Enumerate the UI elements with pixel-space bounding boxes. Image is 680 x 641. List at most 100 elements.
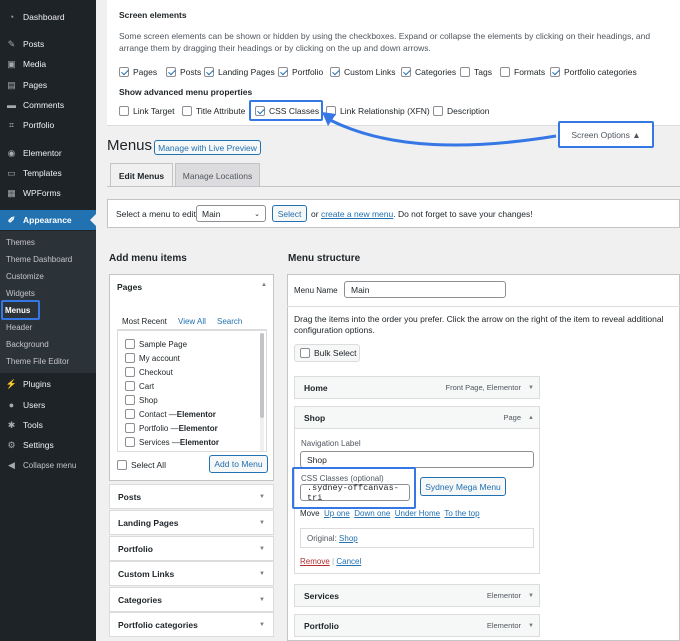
menu-select[interactable]: Main ⌄ — [196, 205, 266, 222]
select-menu-button[interactable]: Select — [272, 205, 307, 222]
tab-most-recent[interactable]: Most Recent — [122, 317, 167, 326]
collapse-menu-button[interactable]: ◀ Collapse menu — [0, 455, 96, 475]
tab-edit-menus[interactable]: Edit Menus — [110, 163, 173, 187]
checkbox-box[interactable] — [119, 106, 129, 116]
menu-item-home[interactable]: Home Front Page, Elementor ▼ — [294, 376, 540, 399]
create-new-menu-link[interactable]: create a new menu — [321, 209, 393, 219]
sidebar-item-comments[interactable]: ▬ Comments — [0, 95, 96, 115]
list-item[interactable]: Checkout — [125, 367, 173, 377]
checkbox-box[interactable] — [330, 67, 340, 77]
add-to-menu-button[interactable]: Add to Menu — [209, 455, 268, 473]
sidebar-item-appearance[interactable]: ✐ Appearance — [0, 210, 96, 230]
checkbox-description[interactable]: Description — [433, 106, 490, 116]
list-item[interactable]: Cart — [125, 381, 154, 391]
checkbox-box[interactable] — [401, 67, 411, 77]
sidebar-item-elementor[interactable]: ◉ Elementor — [0, 143, 96, 163]
checkbox-box[interactable] — [550, 67, 560, 77]
checkbox-box[interactable] — [125, 423, 135, 433]
submenu-widgets[interactable]: Widgets — [0, 285, 96, 301]
list-item[interactable]: Sample Page — [125, 339, 187, 349]
bulk-select-button[interactable]: Bulk Select — [294, 344, 360, 362]
checkbox-box[interactable] — [125, 409, 135, 419]
remove-link[interactable]: Remove — [300, 557, 330, 566]
select-all-checkbox[interactable]: Select All — [117, 460, 166, 470]
menu-item-portfolio[interactable]: Portfolio Elementor ▼ — [294, 614, 540, 637]
accordion-posts[interactable]: Posts ▼ — [109, 484, 274, 509]
sidebar-item-pages[interactable]: ▤ Pages — [0, 75, 96, 95]
checkbox-box[interactable] — [204, 67, 214, 77]
accordion-categories[interactable]: Categories ▼ — [109, 587, 274, 612]
checkbox-posts[interactable]: Posts — [166, 67, 201, 77]
list-item[interactable]: Contact — Elementor — [125, 409, 216, 419]
checkbox-box[interactable] — [300, 348, 310, 358]
checkbox-tags[interactable]: Tags — [460, 67, 492, 77]
checkbox-portfolio-categories[interactable]: Portfolio categories — [550, 67, 637, 77]
move-under-home-link[interactable]: Under Home — [395, 509, 440, 518]
sydney-mega-menu-button[interactable]: Sydney Mega Menu — [420, 477, 506, 496]
sidebar-item-tools[interactable]: ✱ Tools — [0, 415, 96, 435]
list-item[interactable]: My account — [125, 353, 180, 363]
menu-item-services[interactable]: Services Elementor ▼ — [294, 584, 540, 607]
checkbox-box[interactable] — [125, 367, 135, 377]
navigation-label-input[interactable]: Shop — [300, 451, 534, 468]
scrollbar-thumb[interactable] — [260, 333, 264, 418]
sidebar-item-wpforms[interactable]: ▦ WPForms — [0, 183, 96, 203]
checkbox-categories[interactable]: Categories — [401, 67, 456, 77]
checkbox-box[interactable] — [166, 67, 176, 77]
checkbox-box[interactable] — [500, 67, 510, 77]
checkbox-box[interactable] — [278, 67, 288, 77]
chevron-down-icon[interactable]: ▼ — [528, 593, 534, 599]
submenu-header[interactable]: Header — [0, 319, 96, 335]
checkbox-box[interactable] — [182, 106, 192, 116]
checkbox-pages[interactable]: Pages — [119, 67, 157, 77]
chevron-up-icon[interactable]: ▲ — [528, 415, 534, 421]
checkbox-box[interactable] — [125, 381, 135, 391]
checkbox-portfolio[interactable]: Portfolio — [278, 67, 323, 77]
checkbox-title-attribute[interactable]: Title Attribute — [182, 106, 245, 116]
checkbox-landing-pages[interactable]: Landing Pages — [204, 67, 275, 77]
checkbox-box[interactable] — [125, 395, 135, 405]
submenu-background[interactable]: Background — [0, 336, 96, 352]
sidebar-item-settings[interactable]: ⚙ Settings — [0, 435, 96, 455]
cancel-link[interactable]: Cancel — [336, 557, 361, 566]
checkbox-formats[interactable]: Formats — [500, 67, 545, 77]
sidebar-item-media[interactable]: ▣ Media — [0, 54, 96, 74]
checkbox-box[interactable] — [125, 437, 135, 447]
list-item[interactable]: Shop — [125, 395, 158, 405]
menu-name-input[interactable]: Main — [344, 281, 506, 298]
checkbox-box[interactable] — [117, 460, 127, 470]
accordion-portfolio[interactable]: Portfolio ▼ — [109, 536, 274, 561]
move-to-top-link[interactable]: To the top — [444, 509, 479, 518]
sidebar-item-posts[interactable]: ✎ Posts — [0, 34, 96, 54]
chevron-up-icon[interactable]: ▲ — [261, 282, 267, 288]
checkbox-link-target[interactable]: Link Target — [119, 106, 174, 116]
chevron-down-icon[interactable]: ▼ — [528, 623, 534, 629]
move-up-one-link[interactable]: Up one — [324, 509, 350, 518]
menu-item-shop[interactable]: Shop Page ▲ — [294, 406, 540, 429]
accordion-portfolio-categories[interactable]: Portfolio categories ▼ — [109, 612, 274, 637]
original-shop-link[interactable]: Shop — [339, 534, 358, 543]
submenu-theme-file-editor[interactable]: Theme File Editor — [0, 353, 96, 369]
checkbox-link-relationship[interactable]: Link Relationship (XFN) — [326, 106, 430, 116]
accordion-landing-pages[interactable]: Landing Pages ▼ — [109, 510, 274, 535]
submenu-theme-dashboard[interactable]: Theme Dashboard — [0, 251, 96, 267]
checkbox-custom-links[interactable]: Custom Links — [330, 67, 396, 77]
checkbox-box[interactable] — [125, 339, 135, 349]
submenu-customize[interactable]: Customize — [0, 268, 96, 284]
checkbox-box[interactable] — [119, 67, 129, 77]
sidebar-item-templates[interactable]: ▭ Templates — [0, 163, 96, 183]
list-item[interactable]: Services — Elementor — [125, 437, 219, 447]
move-down-one-link[interactable]: Down one — [354, 509, 390, 518]
tab-search[interactable]: Search — [217, 317, 242, 326]
sidebar-item-dashboard[interactable]: ◔ Dashboard — [0, 7, 96, 27]
checkbox-box[interactable] — [326, 106, 336, 116]
submenu-themes[interactable]: Themes — [0, 234, 96, 250]
list-item[interactable]: Portfolio — Elementor — [125, 423, 218, 433]
checkbox-box[interactable] — [125, 353, 135, 363]
tab-view-all[interactable]: View All — [178, 317, 206, 326]
sidebar-item-plugins[interactable]: ⚡ Plugins — [0, 374, 96, 394]
live-preview-button[interactable]: Manage with Live Preview — [154, 140, 261, 155]
accordion-custom-links[interactable]: Custom Links ▼ — [109, 561, 274, 586]
sidebar-item-users[interactable]: ● Users — [0, 395, 96, 415]
chevron-down-icon[interactable]: ▼ — [528, 385, 534, 391]
